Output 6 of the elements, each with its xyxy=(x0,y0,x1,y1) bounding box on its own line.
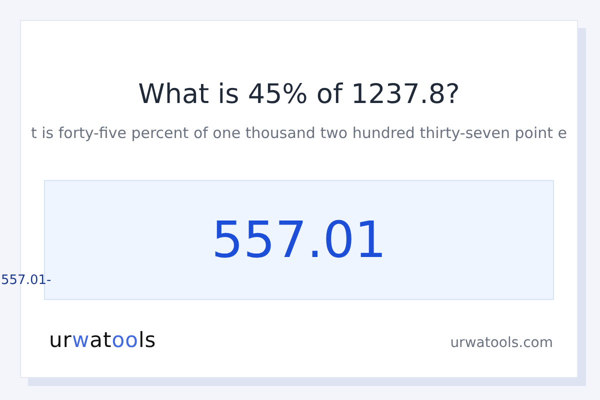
side-label: 557.01- xyxy=(1,272,52,290)
question-title: What is 45% of 1237.8? xyxy=(137,78,461,112)
domain-text: urwatools.com xyxy=(450,334,553,352)
subtitle-text: t is forty-five percent of one thousand two hundred thirty-seven point e xyxy=(30,123,568,143)
result-value: 557.01 xyxy=(212,210,386,270)
logo: urwatools xyxy=(49,328,156,352)
